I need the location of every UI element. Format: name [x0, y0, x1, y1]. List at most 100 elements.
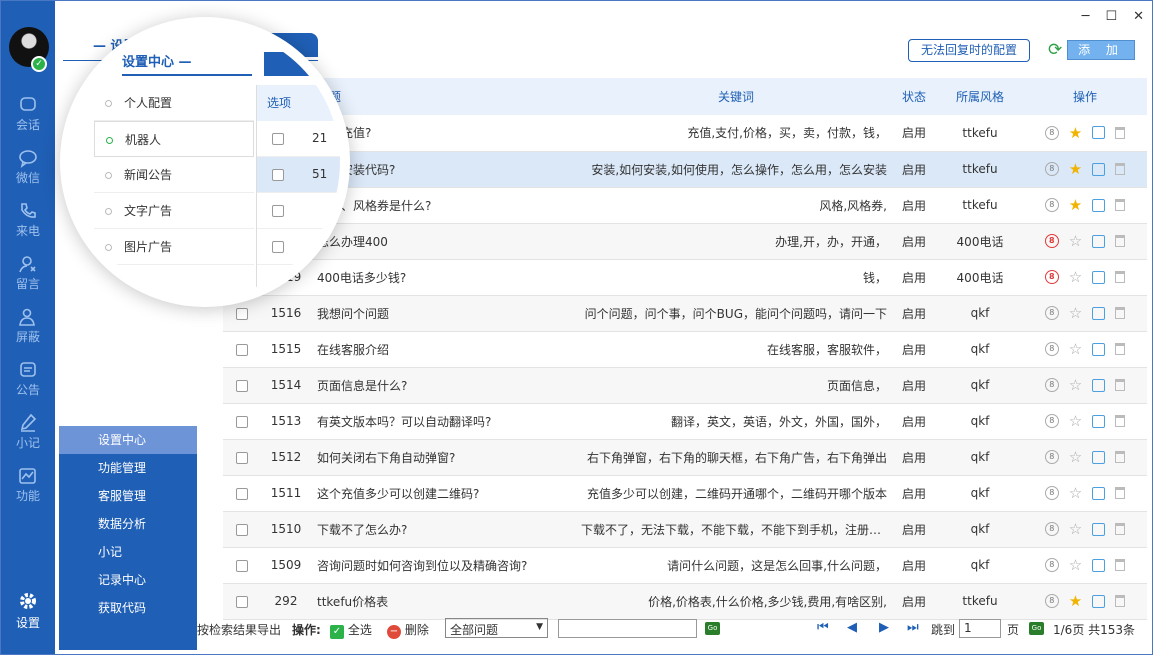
edit-icon[interactable] — [1092, 162, 1106, 176]
menu-item-5[interactable]: 记录中心 — [59, 566, 197, 594]
magnifier-row-checkbox[interactable] — [272, 169, 284, 181]
menu-item-6[interactable]: 获取代码 — [59, 594, 197, 622]
close-icon[interactable]: ✕ — [1133, 9, 1144, 24]
search-input[interactable] — [558, 619, 697, 638]
trash-icon[interactable] — [1115, 487, 1126, 499]
menu-item-3[interactable]: 数据分析 — [59, 510, 197, 538]
star-icon[interactable]: ☆ — [1069, 270, 1082, 285]
no-reply-config-button[interactable]: 无法回复时的配置 — [908, 39, 1030, 62]
refresh-icon[interactable]: ⟳ — [1048, 40, 1062, 60]
edit-icon[interactable] — [1092, 594, 1106, 608]
edit-icon[interactable] — [1092, 558, 1106, 572]
magnifier-row-checkbox[interactable] — [272, 205, 284, 217]
toggle-icon[interactable]: 8 — [1044, 162, 1059, 176]
star-icon[interactable]: ★ — [1069, 594, 1082, 609]
magnifier-row-checkbox[interactable] — [272, 133, 284, 145]
edit-icon[interactable] — [1092, 198, 1106, 212]
toggle-icon[interactable]: 8 — [1044, 306, 1059, 320]
table-row[interactable]: 1516 我想问个问题 问个问题，问个事，问个BUG，能问个问题吗，请问一下 启用 qk… — [223, 295, 1147, 332]
trash-icon[interactable] — [1115, 343, 1126, 355]
minimize-icon[interactable]: ─ — [1082, 9, 1090, 24]
edit-icon[interactable] — [1092, 342, 1106, 356]
trash-icon[interactable] — [1115, 307, 1126, 319]
filter-select[interactable]: 全部问题 — [445, 618, 548, 638]
last-page-icon[interactable]: ⏭ — [907, 620, 919, 635]
table-row[interactable]: 1521如何充值?充值,支付,价格，买，卖，付款，钱，启用ttkefu8★ — [223, 115, 1147, 152]
page-input[interactable]: 1 — [959, 619, 1001, 638]
nav-item-6[interactable]: 小记 — [1, 413, 55, 451]
prev-page-icon[interactable]: ◀ — [847, 620, 857, 635]
first-page-icon[interactable]: ⏮ — [817, 620, 829, 635]
nav-item-0[interactable]: 会话 — [1, 95, 55, 133]
row-checkbox[interactable] — [236, 487, 248, 500]
table-row[interactable]: 292 ttkefu价格表 价格,价格表,什么价格,多少钱,费用,有啥区别, 启用 tt… — [223, 583, 1147, 620]
star-icon[interactable]: ★ — [1069, 198, 1082, 213]
edit-icon[interactable] — [1092, 126, 1106, 140]
nav-item-1[interactable]: 微信 — [1, 148, 55, 186]
table-row[interactable]: 1520如何安装代码?安装,如何安装,如何使用，怎么操作，怎么用，怎么安装启用t… — [223, 151, 1147, 188]
toggle-icon[interactable]: 8 — [1044, 522, 1059, 536]
row-checkbox[interactable] — [236, 559, 248, 572]
settings-nav[interactable]: 设置 — [1, 591, 55, 631]
toggle-icon[interactable]: 8 — [1044, 378, 1059, 392]
row-checkbox[interactable] — [236, 343, 248, 356]
row-checkbox[interactable] — [236, 595, 248, 608]
export-link[interactable]: 按检索结果导出 — [197, 621, 281, 638]
trash-icon[interactable] — [1115, 451, 1126, 463]
edit-icon[interactable] — [1092, 414, 1106, 428]
nav-item-2[interactable]: 来电 — [1, 201, 55, 239]
table-row[interactable]: 1511 这个充值多少可以创建二维码? 充值多少可以创建，二维码开通哪个，二维码开哪… — [223, 475, 1147, 512]
search-go-button[interactable]: Go — [705, 622, 720, 635]
next-page-icon[interactable]: ▶ — [879, 620, 889, 635]
select-all-button[interactable]: ✓ 全选 — [330, 621, 372, 639]
edit-icon[interactable] — [1092, 234, 1106, 248]
star-icon[interactable]: ☆ — [1069, 414, 1082, 429]
star-icon[interactable]: ☆ — [1069, 378, 1082, 393]
table-row[interactable]: 1517怎么办理400办理,开，办，开通，启用400电话8☆ — [223, 223, 1147, 260]
toggle-icon[interactable]: 8 — [1044, 125, 1059, 140]
menu-item-4[interactable]: 小记 — [59, 538, 197, 566]
magnifier-row-checkbox[interactable] — [272, 241, 284, 253]
table-row[interactable]: 1518风格、风格券是什么?风格,风格券,启用ttkefu8★ — [223, 187, 1147, 224]
star-icon[interactable]: ☆ — [1069, 306, 1082, 321]
trash-icon[interactable] — [1115, 163, 1126, 175]
settings-item-4[interactable]: 图片广告 — [94, 229, 254, 265]
menu-item-2[interactable]: 客服管理 — [59, 482, 197, 510]
star-icon[interactable]: ★ — [1069, 162, 1082, 177]
toggle-icon[interactable]: 8 — [1044, 594, 1059, 608]
edit-icon[interactable] — [1092, 306, 1106, 320]
table-row[interactable]: 1519 400电话多少钱? 钱， 启用 400电话 8 ☆ — [223, 259, 1147, 296]
edit-icon[interactable] — [1092, 522, 1106, 536]
nav-item-4[interactable]: 屏蔽 — [1, 307, 55, 345]
toggle-icon[interactable]: 8 — [1044, 270, 1059, 284]
settings-item-0[interactable]: 个人配置 — [94, 85, 254, 121]
trash-icon[interactable] — [1115, 235, 1126, 247]
table-row[interactable]: 1510 下载不了怎么办? 下载不了，无法下载，不能下载，不能下到手机，注册不了 启用… — [223, 511, 1147, 548]
star-icon[interactable]: ☆ — [1069, 450, 1082, 465]
toggle-icon[interactable]: 8 — [1044, 414, 1059, 428]
trash-icon[interactable] — [1115, 271, 1126, 283]
trash-icon[interactable] — [1115, 523, 1126, 535]
page-go-button[interactable]: Go — [1029, 622, 1044, 635]
toggle-icon[interactable]: 8 — [1044, 342, 1059, 356]
star-icon[interactable]: ★ — [1069, 125, 1082, 140]
table-row[interactable]: 1509 咨询问题时如何咨询到位以及精确咨询? 请问什么问题，这是怎么回事,什么问题… — [223, 547, 1147, 584]
table-row[interactable]: 1514 页面信息是什么? 页面信息， 启用 qkf 8 ☆ — [223, 367, 1147, 404]
toggle-icon[interactable]: 8 — [1044, 558, 1059, 572]
trash-icon[interactable] — [1115, 379, 1126, 391]
settings-item-1[interactable]: 机器人 — [94, 121, 254, 157]
table-row[interactable]: 1513 有英文版本吗？可以自动翻译吗? 翻译，英文，英语，外文，外国，国外， 启用 q… — [223, 403, 1147, 440]
edit-icon[interactable] — [1092, 270, 1106, 284]
row-checkbox[interactable] — [236, 523, 248, 536]
nav-item-3[interactable]: 留言 — [1, 254, 55, 292]
toggle-icon[interactable]: 8 — [1044, 450, 1059, 464]
star-icon[interactable]: ☆ — [1069, 234, 1082, 249]
nav-item-7[interactable]: 功能 — [1, 466, 55, 504]
trash-icon[interactable] — [1115, 199, 1126, 211]
table-row[interactable]: 1515 在线客服介绍 在线客服，客服软件， 启用 qkf 8 ☆ — [223, 331, 1147, 368]
menu-item-1[interactable]: 功能管理 — [59, 454, 197, 482]
star-icon[interactable]: ☆ — [1069, 522, 1082, 537]
menu-item-0[interactable]: 设置中心 — [59, 426, 197, 454]
star-icon[interactable]: ☆ — [1069, 558, 1082, 573]
add-button[interactable]: 添 加 — [1067, 40, 1135, 60]
